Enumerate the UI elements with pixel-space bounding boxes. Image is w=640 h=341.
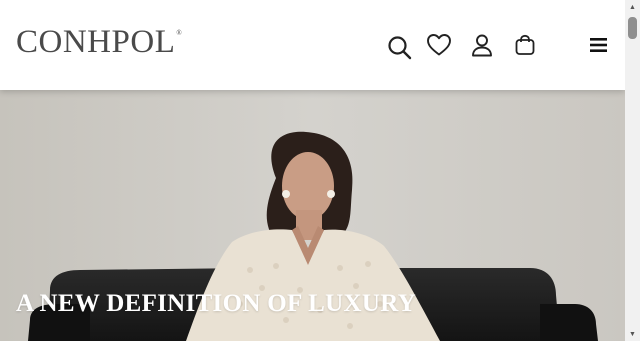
- cart-button[interactable]: [512, 32, 538, 58]
- scroll-up-arrow-icon[interactable]: ▲: [625, 0, 640, 14]
- wishlist-button[interactable]: [426, 32, 452, 58]
- scrollbar-thumb[interactable]: [628, 17, 637, 39]
- search-button[interactable]: [386, 34, 412, 60]
- menu-icon: [590, 38, 607, 52]
- menu-button[interactable]: [586, 32, 612, 58]
- page-scrollbar[interactable]: ▲ ▼: [625, 0, 640, 341]
- user-icon: [472, 34, 492, 57]
- trademark-symbol: ®: [176, 29, 183, 37]
- brand-logo[interactable]: CONHPOL®: [16, 26, 182, 59]
- scroll-down-arrow-icon[interactable]: ▼: [625, 327, 640, 341]
- page: CONHPOL® A NEW DEFINITION OF LUXURY: [0, 0, 625, 341]
- brand-name: CONHPOL: [16, 24, 176, 60]
- shopping-bag-icon: [515, 34, 535, 55]
- search-icon: [387, 35, 411, 59]
- heart-icon: [427, 34, 451, 56]
- hero-title: A NEW DEFINITION OF LUXURY: [16, 290, 417, 317]
- hero-banner[interactable]: A NEW DEFINITION OF LUXURY: [0, 90, 625, 341]
- site-header: CONHPOL®: [0, 0, 625, 90]
- account-button[interactable]: [469, 32, 495, 58]
